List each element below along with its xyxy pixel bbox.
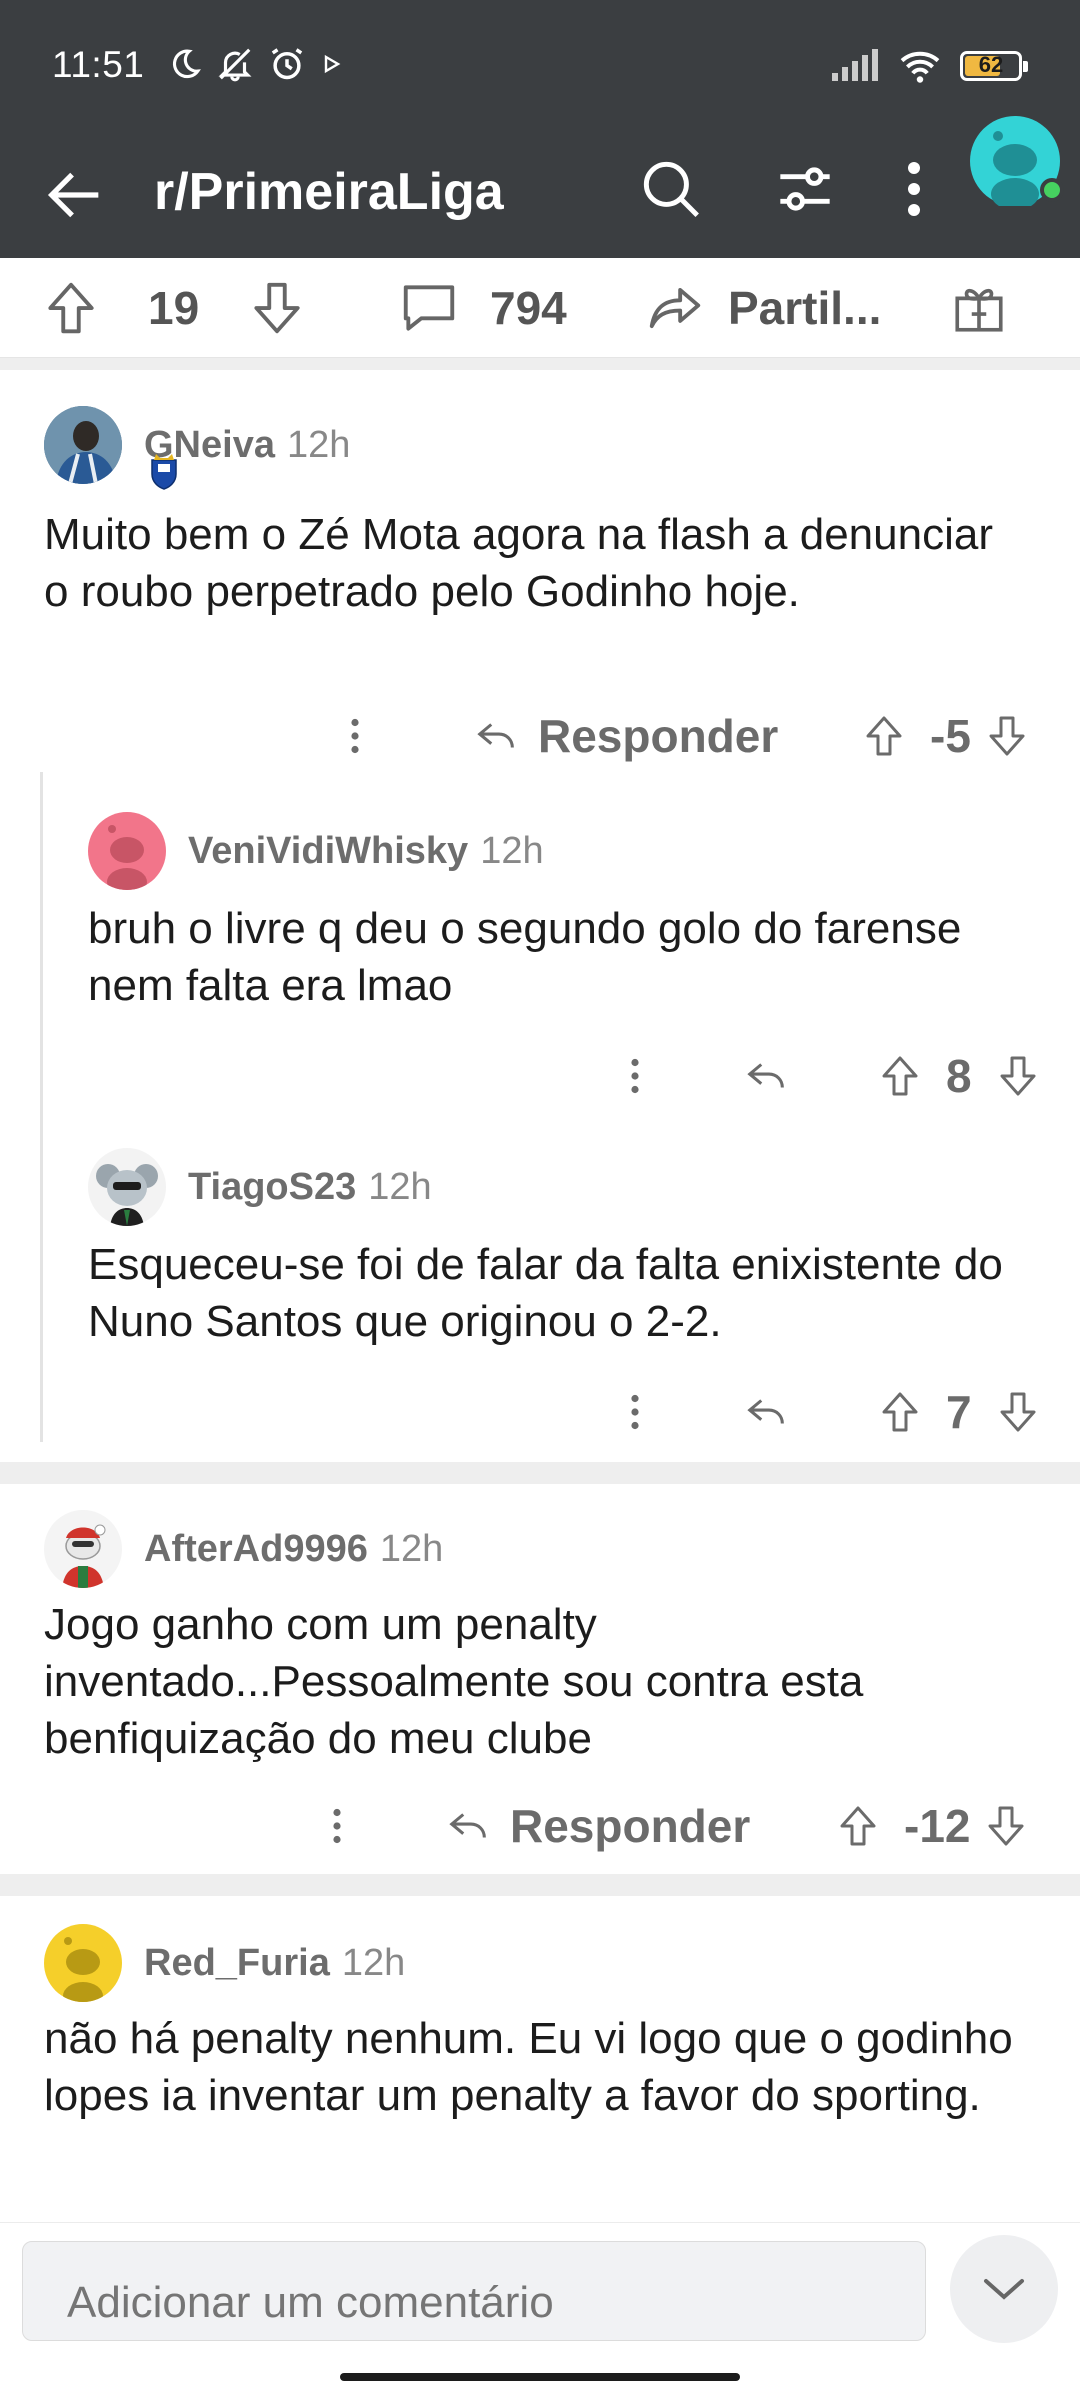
chevron-down-icon <box>984 2279 1024 2300</box>
comment-composer <box>0 2222 1080 2362</box>
filters-icon[interactable] <box>768 152 842 226</box>
comment-username[interactable]: AfterAd9996 <box>144 1528 368 1571</box>
signal-icon <box>832 49 878 81</box>
subreddit-title[interactable]: r/PrimeiraLiga <box>154 162 504 222</box>
bell-off-icon <box>218 48 252 82</box>
app-bar: r/PrimeiraLiga <box>0 130 1080 258</box>
comment-username[interactable]: VeniVidiWhisky <box>188 830 468 873</box>
reply-button[interactable]: Responder <box>474 706 778 766</box>
snoo-avatar-icon <box>107 825 147 890</box>
avatar[interactable] <box>44 1510 122 1588</box>
downvote-icon[interactable] <box>983 712 1031 760</box>
downvote-icon[interactable] <box>994 1388 1042 1436</box>
reply-arrow-icon <box>477 723 514 748</box>
comment-text: Jogo ganho com um penalty inventado...Pe… <box>44 1600 864 1763</box>
comment-thread: GNeiva 12h Muito bem o Zé Mota agora na … <box>0 370 1080 1462</box>
downvote-icon[interactable] <box>982 1802 1030 1850</box>
comment-text: Muito bem o Zé Mota agora na flash a den… <box>44 510 993 616</box>
upvote-icon[interactable] <box>876 1052 924 1100</box>
user-photo-icon <box>44 406 122 484</box>
vote-count: 19 <box>148 282 200 334</box>
comment-time: 12h <box>341 1941 406 1984</box>
comments-button[interactable]: 794 <box>398 258 567 358</box>
reply-label: Responder <box>510 1800 751 1852</box>
downvote-button[interactable] <box>246 258 308 358</box>
comment-score: 7 <box>946 1386 972 1438</box>
reply-arrow-icon[interactable] <box>744 1389 790 1435</box>
reply-label: Responder <box>538 710 779 762</box>
upvote-icon[interactable] <box>876 1388 924 1436</box>
thread-line <box>40 772 43 1442</box>
wifi-icon <box>900 51 940 83</box>
play-icon <box>324 54 341 74</box>
separator <box>0 1874 1080 1896</box>
comment-bubble-icon <box>403 285 455 331</box>
share-label: Partil... <box>728 282 882 334</box>
gift-icon <box>955 288 1003 332</box>
comment-thread: Red_Furia 12h não há penalty nenhum. Eu … <box>0 1896 1080 2222</box>
upvote-button[interactable] <box>40 258 102 358</box>
post-action-bar: 19 794 Partil... <box>0 258 1080 358</box>
comment-username[interactable]: Red_Furia <box>144 1942 330 1985</box>
avatar[interactable] <box>88 1148 166 1226</box>
home-indicator[interactable] <box>340 2373 740 2381</box>
comment-count: 794 <box>490 282 567 334</box>
more-vertical-icon[interactable] <box>620 1387 650 1437</box>
comment-text: não há penalty nenhum. Eu vi logo que o … <box>44 2014 1013 2120</box>
snoo-santa-avatar-icon <box>62 1524 106 1588</box>
snoo-avatar-icon <box>63 1937 103 2002</box>
avatar[interactable] <box>44 1924 122 2002</box>
battery-level: 62 <box>978 52 1004 77</box>
comment-thread: AfterAd9996 12h Jogo ganho com um penalt… <box>0 1484 1080 1874</box>
online-indicator <box>1040 178 1064 202</box>
more-vertical-icon[interactable] <box>322 1801 352 1851</box>
comment-time: 12h <box>480 829 544 872</box>
upvote-icon[interactable] <box>860 712 908 760</box>
collapse-button[interactable] <box>950 2235 1058 2343</box>
more-vertical-icon[interactable] <box>340 711 370 761</box>
back-arrow-icon[interactable] <box>40 160 110 230</box>
separator <box>0 1462 1080 1484</box>
status-time: 11:51 <box>52 44 145 85</box>
reply-button[interactable]: Responder <box>446 1796 750 1856</box>
comment-time: 12h <box>368 1165 432 1208</box>
share-arrow-icon <box>649 287 701 329</box>
separator <box>0 358 1080 370</box>
add-comment-input[interactable] <box>22 2241 926 2341</box>
comment-time: 12h <box>286 423 351 466</box>
reply-arrow-icon <box>449 1813 486 1838</box>
comment-score: 8 <box>946 1050 972 1102</box>
avatar[interactable] <box>88 812 166 890</box>
comment-score: -5 <box>930 710 971 762</box>
comment-time: 12h <box>379 1527 444 1570</box>
battery-icon: 62 <box>960 51 1028 81</box>
comment-score: -12 <box>904 1800 971 1852</box>
upvote-icon[interactable] <box>834 1802 882 1850</box>
fc-porto-flair-icon <box>151 454 177 490</box>
status-bar: 11:51 62 <box>0 0 1080 130</box>
comment-text: bruh o livre q deu o segundo golo do far… <box>88 904 962 1010</box>
avatar[interactable] <box>44 406 122 484</box>
comment-text: Esqueceu-se foi de falar da falta enixis… <box>88 1240 1003 1346</box>
downvote-icon <box>254 282 300 334</box>
upvote-icon <box>48 282 94 334</box>
alarm-icon <box>271 48 303 80</box>
koala-avatar-icon <box>96 1164 158 1226</box>
downvote-icon[interactable] <box>994 1052 1042 1100</box>
more-vertical-icon[interactable] <box>620 1051 650 1101</box>
share-button[interactable]: Partil... <box>644 258 881 358</box>
comment-username[interactable]: TiagoS23 <box>188 1166 356 1209</box>
award-button[interactable] <box>950 258 1008 358</box>
avatar[interactable] <box>970 116 1064 210</box>
more-vertical-icon[interactable] <box>884 152 944 226</box>
moon-icon <box>172 49 201 79</box>
search-icon[interactable] <box>634 152 708 226</box>
reply-arrow-icon[interactable] <box>744 1053 790 1099</box>
